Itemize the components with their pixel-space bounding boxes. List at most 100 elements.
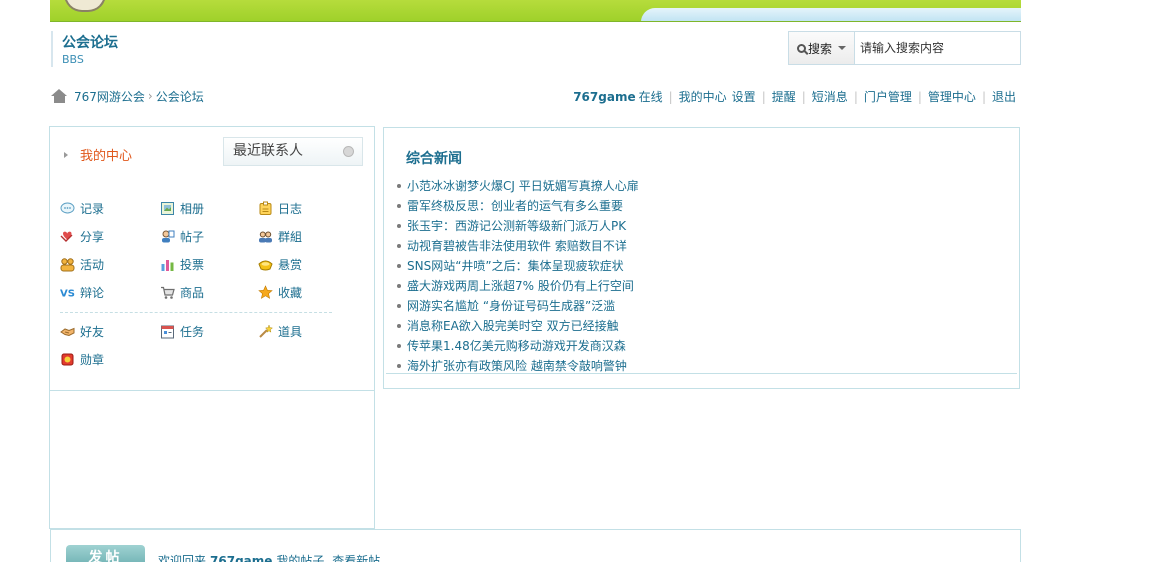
feature-label: 悬赏 — [278, 257, 303, 272]
nav-my-center[interactable]: 我的中心 — [679, 88, 727, 105]
nav-reminders[interactable]: 提醒 — [772, 88, 796, 105]
feature-label: 好友 — [80, 324, 105, 339]
page-subtitle: BBS — [62, 53, 84, 66]
breadcrumb: 767网游公会 › 公会论坛 — [51, 88, 204, 104]
grid-divider — [60, 312, 332, 313]
feature-label: 帖子 — [180, 229, 205, 244]
feature-blog[interactable]: 日志 — [258, 200, 302, 216]
online-status: 在线 — [638, 90, 663, 104]
feature-label: 商品 — [180, 285, 205, 300]
news-item[interactable]: 盛大游戏两周上涨超7% 股价仍有上行空间 — [397, 276, 639, 296]
home-icon[interactable] — [51, 89, 68, 103]
feature-reward[interactable]: 悬赏 — [258, 256, 302, 272]
new-posts-link[interactable]: 查看新帖 — [332, 554, 380, 562]
feature-label: 收藏 — [278, 285, 303, 300]
news-item[interactable]: 消息称EA欲入股完美时空 双方已经接触 — [397, 316, 639, 336]
banner-sky — [641, 8, 1021, 21]
news-item[interactable]: 小范冰冰谢梦火爆CJ 平日妩媚写真撩人心扉 — [397, 176, 639, 196]
friend-icon — [60, 327, 75, 336]
breadcrumb-item-forum[interactable]: 公会论坛 — [156, 88, 204, 105]
username-link[interactable]: 767game — [573, 90, 635, 104]
news-item[interactable]: 张玉宇：西游记公测新等级新门派万人PK — [397, 216, 639, 236]
feature-task[interactable]: 任务 — [160, 323, 204, 339]
user-nav: 767game 在线 | 我的中心 设置 | 提醒 | 短消息 | 门户管理 |… — [573, 88, 1016, 105]
news-item[interactable]: 海外扩张亦有政策风险 越南禁令敲响警钟 — [397, 356, 639, 376]
toggle-dot-icon — [343, 146, 354, 157]
tab-my-center-label: 我的中心 — [80, 149, 133, 164]
nav-settings[interactable]: 设置 — [732, 88, 756, 105]
feature-group[interactable]: 群組 — [258, 228, 302, 244]
news-item[interactable]: 网游实名尴尬 “身份证号码生成器”泛滥 — [397, 296, 639, 316]
feature-poll[interactable]: 投票 — [160, 256, 204, 272]
blog-icon — [259, 201, 272, 215]
bullet-icon — [397, 304, 401, 308]
activity-icon — [60, 257, 75, 271]
welcome-username[interactable]: 767game — [210, 554, 272, 562]
search-input[interactable] — [855, 32, 1020, 64]
new-post-button[interactable]: 发帖 — [66, 545, 145, 562]
feature-record[interactable]: 记录 — [60, 200, 104, 216]
bullet-icon — [397, 344, 401, 348]
feature-post[interactable]: 帖子 — [160, 228, 204, 244]
search-button-label: 搜索 — [808, 41, 833, 56]
page-title: 公会论坛 — [62, 35, 118, 51]
group-icon — [259, 231, 272, 242]
bullet-icon — [397, 204, 401, 208]
teacup-icon — [64, 0, 106, 12]
bullet-icon — [397, 364, 401, 368]
feature-debate[interactable]: VS 辩论 — [60, 284, 104, 300]
feature-medal[interactable]: 勋章 — [60, 351, 104, 367]
welcome-line: 欢迎回来 767game 我的帖子 查看新帖 — [158, 552, 380, 562]
feature-label: 分享 — [80, 229, 105, 244]
feature-goods[interactable]: 商品 — [160, 284, 204, 300]
task-icon — [161, 325, 174, 338]
nav-portal-admin[interactable]: 门户管理 — [864, 88, 912, 105]
news-item[interactable]: 动视育碧被告非法使用软件 索赔数目不详 — [397, 236, 639, 256]
bullet-icon — [397, 284, 401, 288]
debate-icon: VS — [60, 288, 75, 299]
my-center-panel: 我的中心 最近联系人 记录 相册 日志 分享 帖子 群組 活动 投票 悬赏 VS… — [49, 126, 375, 529]
nav-messages[interactable]: 短消息 — [812, 88, 848, 105]
search-type-button[interactable]: 搜索 — [789, 32, 855, 64]
feature-label: 投票 — [180, 257, 205, 272]
tab-recent-contacts[interactable]: 最近联系人 — [223, 137, 363, 166]
search-box: 搜索 — [788, 31, 1021, 65]
chevron-down-icon — [838, 46, 847, 50]
news-item[interactable]: SNS网站“井喷”之后：集体呈现疲软症状 — [397, 256, 639, 276]
bullet-icon — [397, 264, 401, 268]
bullet-icon — [397, 224, 401, 228]
medal-icon — [61, 353, 74, 365]
wand-icon — [259, 323, 273, 338]
my-posts-link[interactable]: 我的帖子 — [276, 554, 324, 562]
news-item[interactable]: 传苹果1.48亿美元购移动游戏开发商汉森 — [397, 336, 639, 356]
header-accent-bar — [51, 31, 53, 67]
feature-share[interactable]: 分享 — [60, 228, 104, 244]
breadcrumb-item-guild[interactable]: 767网游公会 — [74, 88, 145, 105]
feature-favorites[interactable]: 收藏 — [258, 284, 302, 300]
welcome-text: 欢迎回来 — [158, 554, 207, 562]
nav-logout[interactable]: 退出 — [992, 88, 1016, 105]
feature-label: 活动 — [80, 257, 105, 272]
nav-admin-center[interactable]: 管理中心 — [928, 88, 976, 105]
tab-my-center[interactable]: 我的中心 — [64, 145, 132, 164]
bullet-icon — [397, 184, 401, 188]
album-icon — [161, 201, 174, 215]
poll-icon — [161, 259, 174, 271]
news-item[interactable]: 雷军终极反思：创业者的运气有多么重要 — [397, 196, 639, 216]
breadcrumb-separator: › — [147, 89, 153, 103]
feature-album[interactable]: 相册 — [160, 200, 204, 216]
news-panel: 综合新闻 小范冰冰谢梦火爆CJ 平日妩媚写真撩人心扉 雷军终极反思：创业者的运气… — [383, 127, 1020, 389]
feature-label: 辩论 — [80, 285, 105, 300]
reward-icon — [258, 260, 273, 270]
feature-label: 记录 — [80, 201, 105, 216]
cart-icon — [161, 286, 175, 299]
feature-label: 相册 — [180, 201, 205, 216]
feature-friends[interactable]: 好友 — [60, 323, 104, 339]
feature-props[interactable]: 道具 — [258, 323, 302, 339]
feature-activity[interactable]: 活动 — [60, 256, 104, 272]
star-icon — [258, 284, 273, 299]
bullet-icon — [397, 324, 401, 328]
news-title: 综合新闻 — [406, 151, 462, 167]
bullet-icon — [397, 244, 401, 248]
feature-label: 勋章 — [80, 352, 105, 367]
